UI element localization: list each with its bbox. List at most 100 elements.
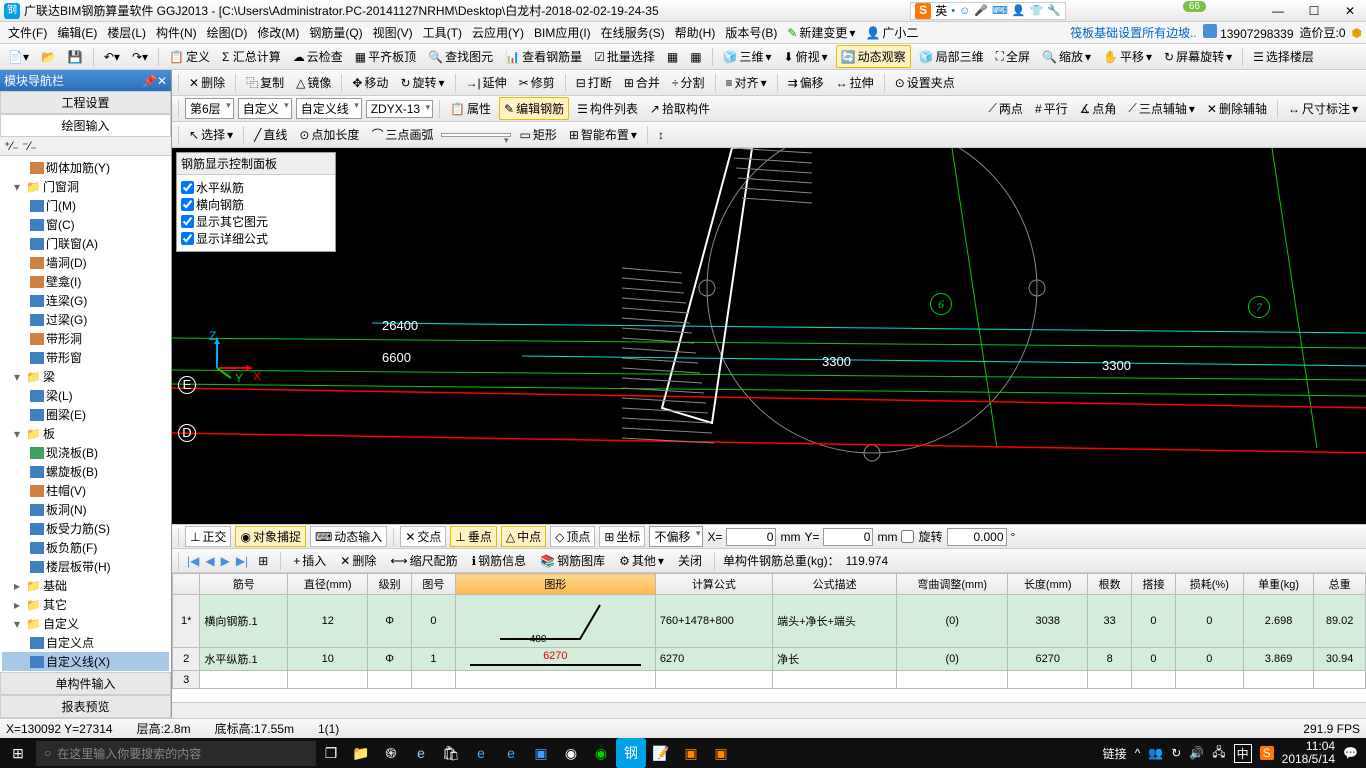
open-button[interactable]: 📂 — [37, 48, 60, 66]
find-element-button[interactable]: 🔍 查找图元 — [424, 46, 497, 67]
message-link[interactable]: 筏板基础设置所有边坡.. — [1070, 24, 1197, 41]
app-edge[interactable]: e — [406, 738, 436, 768]
tree-item[interactable]: 圈梁(E) — [2, 405, 169, 424]
point-length-tool[interactable]: ⊙ 点加长度 — [295, 124, 363, 145]
pick-component-button[interactable]: ↗ 拾取构件 — [646, 98, 714, 119]
col-header[interactable]: 根数 — [1088, 574, 1132, 595]
app-spiral[interactable]: ֍ — [376, 738, 406, 768]
tree-item[interactable]: 门(M) — [2, 196, 169, 215]
sum-button[interactable]: Σ 汇总计算 — [218, 46, 285, 67]
move-button[interactable]: ✥ 移动 — [348, 72, 392, 93]
app-360[interactable]: ◉ — [586, 738, 616, 768]
tree-item[interactable]: ▾📁板 — [2, 424, 169, 443]
col-header[interactable]: 直径(mm) — [288, 574, 368, 595]
flat-top-button[interactable]: ▦ 平齐板顶 — [351, 46, 420, 67]
app-gbq[interactable]: ▣ — [706, 738, 736, 768]
minimize-button[interactable]: — — [1266, 4, 1290, 18]
osnap-toggle[interactable]: ◉ 对象捕捉 — [235, 526, 306, 547]
tray-people-icon[interactable]: 👥 — [1148, 746, 1163, 760]
menu-floor[interactable]: 楼层(L) — [103, 22, 150, 43]
tray-volume-icon[interactable]: 🔊 — [1189, 746, 1204, 760]
tree-item[interactable]: 楼层板带(H) — [2, 557, 169, 576]
tree-collapse-icon[interactable]: ⁻⁄₋ — [22, 139, 37, 153]
cloud-check-button[interactable]: ☁ 云检查 — [289, 46, 347, 67]
tray-up-icon[interactable]: ^ — [1135, 746, 1141, 760]
app-box[interactable]: ▣ — [526, 738, 556, 768]
tree-item[interactable]: ▾📁梁 — [2, 367, 169, 386]
rect-tool[interactable]: ▭ 矩形 — [515, 124, 560, 145]
threepoint-axis-button[interactable]: ⟋ 三点辅轴▾ — [1124, 98, 1198, 119]
tree-item[interactable]: 窗(C) — [2, 215, 169, 234]
col-header[interactable] — [173, 574, 200, 595]
tree-item[interactable]: 柱帽(V) — [2, 481, 169, 500]
undo-button[interactable]: ↶▾ — [100, 48, 124, 66]
component-tree[interactable]: 砌体加筋(Y)▾📁门窗洞门(M)窗(C)门联窗(A)墙洞(D)壁龛(I)连梁(G… — [0, 156, 171, 672]
search-box[interactable]: ○ 在这里输入你要搜索的内容 — [36, 741, 316, 766]
edit-rebar-button[interactable]: ✎ 编辑钢筋 — [499, 97, 569, 120]
dynamic-input-toggle[interactable]: ⌨ 动态输入 — [310, 526, 387, 547]
tree-item[interactable]: 板受力筋(S) — [2, 519, 169, 538]
redo-button[interactable]: ↷▾ — [128, 48, 152, 66]
menu-version[interactable]: 版本号(B) — [721, 22, 781, 43]
point-angle-button[interactable]: ∡ 点角 — [1076, 98, 1121, 119]
tray-sogou-icon[interactable]: S — [1260, 746, 1274, 760]
menu-help[interactable]: 帮助(H) — [671, 22, 720, 43]
rebar-lib-button[interactable]: 📚 钢筋图库 — [536, 550, 609, 571]
menu-draw[interactable]: 绘图(D) — [203, 22, 252, 43]
menu-online[interactable]: 在线服务(S) — [597, 22, 669, 43]
y-input[interactable] — [823, 528, 873, 546]
pivot-button[interactable]: ⊙ 设置夹点 — [891, 72, 959, 93]
app-orange[interactable]: ▣ — [676, 738, 706, 768]
app-ie[interactable]: e — [496, 738, 526, 768]
save-button[interactable]: 💾 — [64, 48, 87, 66]
x-input[interactable] — [726, 528, 776, 546]
parallel-button[interactable]: # 平行 — [1031, 98, 1072, 119]
nav-misc[interactable]: ⊞ — [254, 552, 272, 570]
screen-rotate-button[interactable]: ↻ 屏幕旋转▾ — [1160, 46, 1236, 67]
smart-layout-tool[interactable]: ⊞ 智能布置▾ — [565, 124, 641, 145]
tree-item[interactable]: 连梁(G) — [2, 291, 169, 310]
view-top-button[interactable]: ⬇ 俯视▾ — [780, 46, 832, 67]
coin-icon[interactable]: ⬢ — [1352, 26, 1362, 40]
data-grid[interactable]: 筋号直径(mm)级别图号图形计算公式公式描述弯曲调整(mm)长度(mm)根数搭接… — [172, 572, 1366, 702]
select-tool[interactable]: ↖ 选择▾ — [185, 124, 237, 145]
menu-component[interactable]: 构件(N) — [152, 22, 201, 43]
rotate-check[interactable] — [901, 530, 914, 543]
notification-badge[interactable]: 66 — [1183, 1, 1206, 12]
mirror-button[interactable]: △ 镜像 — [292, 72, 335, 93]
panel-close-icon[interactable]: ✕ — [157, 74, 167, 88]
define-button[interactable]: 📋 定义 — [165, 46, 214, 67]
type-combo[interactable]: 自定义线 — [296, 98, 362, 119]
tray-notifications-icon[interactable]: 💬 — [1343, 746, 1358, 760]
tray-ime[interactable]: 中 — [1234, 744, 1252, 763]
tree-expand-icon[interactable]: ⁺⁄₋ — [4, 139, 19, 153]
mid-snap[interactable]: △ 中点 — [501, 526, 546, 547]
menu-file[interactable]: 文件(F) — [4, 22, 51, 43]
trim-button[interactable]: ✂ 修剪 — [515, 72, 559, 93]
floor-combo[interactable]: 第6层 — [185, 98, 234, 119]
maximize-button[interactable]: ☐ — [1302, 4, 1326, 18]
delete-axis-button[interactable]: ✕ 删除辅轴 — [1203, 98, 1271, 119]
new-change-button[interactable]: ✎新建变更 ▾ — [783, 22, 859, 43]
close-data-button[interactable]: 关闭 — [674, 550, 706, 571]
col-header[interactable]: 筋号 — [200, 574, 288, 595]
app-note[interactable]: 📝 — [646, 738, 676, 768]
coord-snap[interactable]: ⊞ 坐标 — [599, 526, 645, 547]
tab-report[interactable]: 报表预览 — [0, 695, 171, 718]
view-rebar-button[interactable]: 📊 查看钢筋量 — [501, 46, 586, 67]
delete-button[interactable]: ✕ 删除 — [185, 72, 229, 93]
property-button[interactable]: 📋 属性 — [446, 98, 495, 119]
tree-item[interactable]: ▸📁其它 — [2, 595, 169, 614]
line-tool[interactable]: ╱ 直线 — [250, 124, 291, 145]
tree-item[interactable]: 墙洞(D) — [2, 253, 169, 272]
table-row[interactable]: 1*横向钢筋.112Φ0480760+1478+800端头+净长+端头(0)30… — [173, 595, 1366, 648]
user-button[interactable]: 👤广小二 — [861, 22, 922, 43]
tree-item[interactable]: 砌体加筋(Y) — [2, 158, 169, 177]
stretch-button[interactable]: ↔ 拉伸 — [832, 72, 878, 93]
vertex-snap[interactable]: ◇ 顶点 — [550, 526, 595, 547]
tray-network-icon[interactable]: 🖧 — [1212, 743, 1225, 764]
insert-row-button[interactable]: + 插入 — [289, 550, 330, 571]
rotate-button[interactable]: ↻ 旋转▾ — [396, 72, 448, 93]
col-header[interactable]: 公式描述 — [773, 574, 897, 595]
tree-item[interactable]: 螺旋板(B) — [2, 462, 169, 481]
